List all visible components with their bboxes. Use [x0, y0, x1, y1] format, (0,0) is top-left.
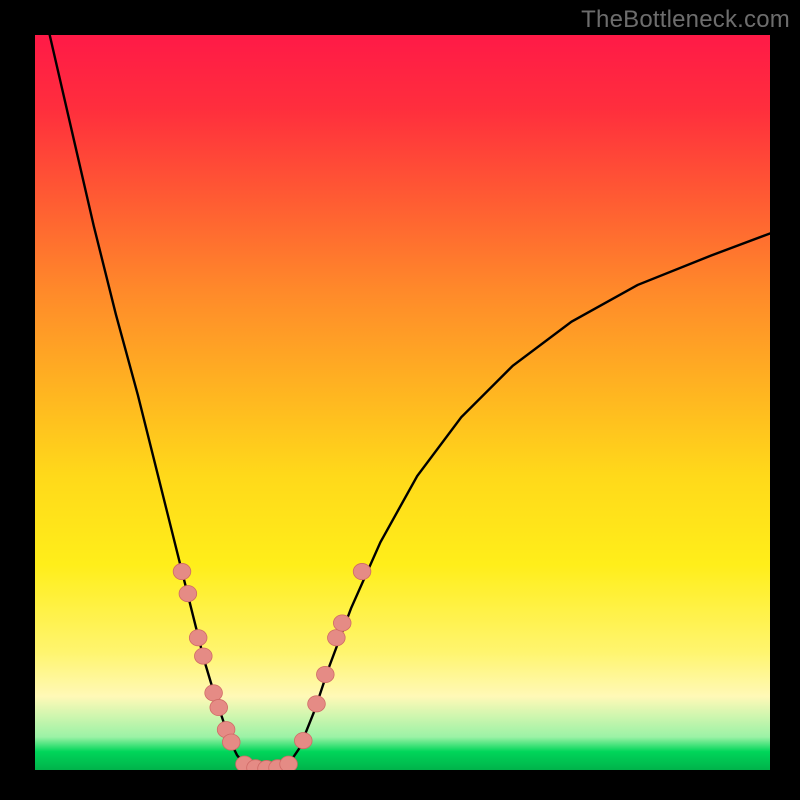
- curve-marker: [205, 685, 223, 701]
- curve-marker: [189, 630, 207, 646]
- curve-marker: [328, 630, 346, 646]
- curve-marker: [179, 586, 197, 602]
- curve-marker: [194, 648, 212, 664]
- curve-marker: [333, 615, 351, 631]
- curve-marker: [308, 696, 326, 712]
- watermark-text: TheBottleneck.com: [581, 6, 790, 34]
- bottleneck-curve: [50, 35, 770, 769]
- curve-marker: [317, 666, 335, 682]
- curve-marker: [222, 734, 240, 750]
- plot-area: [35, 35, 770, 770]
- curve-marker: [294, 733, 312, 749]
- curve-marker: [173, 563, 191, 579]
- curve-layer: [35, 35, 770, 770]
- curve-marker: [210, 699, 228, 715]
- curve-marker: [353, 563, 371, 579]
- curve-marker: [280, 756, 298, 770]
- chart-frame: TheBottleneck.com: [0, 0, 800, 800]
